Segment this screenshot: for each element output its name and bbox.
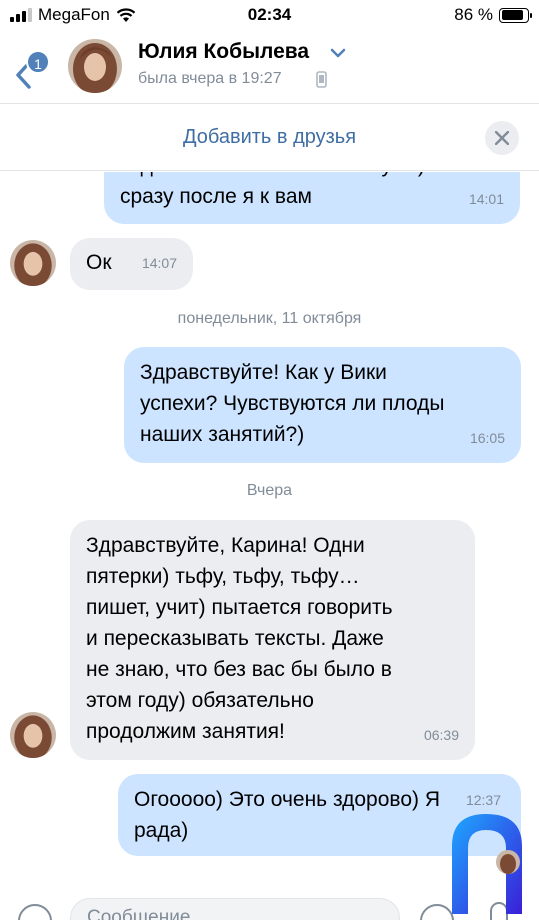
date-divider: Вчера — [246, 482, 293, 499]
back-button[interactable]: 1 — [10, 42, 54, 92]
app-logo-overlay — [452, 814, 522, 914]
message-line: не знаю, что без вас бы было в — [86, 658, 392, 681]
sender-avatar[interactable] — [10, 712, 56, 758]
add-friend-bar: Добавить в друзья — [0, 105, 539, 171]
battery-icon — [499, 7, 532, 23]
message-line: этом году) обязательно — [86, 689, 314, 712]
message-text: сразу после я к вам — [120, 185, 312, 208]
message-text: Ок — [86, 251, 112, 274]
message-line: успехи? Чувствуются ли плоды — [140, 392, 445, 415]
message-line: продолжим занятия! — [86, 720, 285, 743]
last-seen-status: была вчера в 19:27 — [138, 70, 282, 87]
status-right: 86 % — [454, 5, 532, 25]
message-time: 14:07 — [141, 255, 177, 271]
message-list[interactable]: код вспоминают от шлагбаума) и сразу пос… — [0, 172, 539, 892]
message-input[interactable]: Сообщение — [70, 898, 400, 920]
status-bar: MegaFon 02:34 86 % — [0, 0, 539, 30]
phone-icon — [316, 71, 327, 88]
message-line: пишет, учит) пытается говорить — [86, 596, 393, 619]
message-text-partial: код вспоминают от шлагбаума) и — [120, 172, 504, 181]
message-bubble-incoming[interactable]: Здравствуйте, Карина! Одни пятерки) тьфу… — [70, 520, 475, 760]
message-bubble-incoming[interactable]: Ок 14:07 — [70, 238, 193, 290]
chat-header: 1 Юлия Кобылева была вчера в 19:27 — [0, 30, 539, 104]
attach-icon[interactable] — [18, 904, 52, 920]
sender-avatar[interactable] — [10, 240, 56, 286]
add-friend-button[interactable]: Добавить в друзья — [0, 126, 539, 149]
message-time: 14:01 — [468, 191, 504, 207]
date-divider: понедельник, 11 октября — [177, 310, 362, 327]
message-bubble-outgoing[interactable]: код вспоминают от шлагбаума) и сразу пос… — [104, 172, 520, 224]
message-line: Здравствуйте, Карина! Одни — [86, 534, 365, 557]
avatar-image — [68, 39, 122, 93]
message-line: и пересказывать тексты. Даже — [86, 627, 384, 650]
close-button[interactable] — [485, 121, 519, 155]
battery-percent: 86 % — [454, 5, 493, 24]
message-time: 16:05 — [469, 430, 505, 446]
battery-fill — [501, 10, 523, 20]
message-bubble-outgoing[interactable]: Здравствуйте! Как у Вики успехи? Чувству… — [124, 347, 521, 463]
unread-badge: 1 — [26, 50, 50, 74]
contact-avatar[interactable] — [68, 39, 122, 93]
chevron-down-icon[interactable] — [330, 48, 346, 58]
message-line: Здравствуйте! Как у Вики — [140, 361, 387, 384]
message-time: 06:39 — [423, 727, 459, 743]
message-line: наших занятий?) — [140, 423, 305, 446]
contact-name[interactable]: Юлия Кобылева — [138, 40, 309, 64]
message-line: пятерки) тьфу, тьфу, тьфу… — [86, 565, 360, 588]
close-icon — [495, 131, 509, 145]
